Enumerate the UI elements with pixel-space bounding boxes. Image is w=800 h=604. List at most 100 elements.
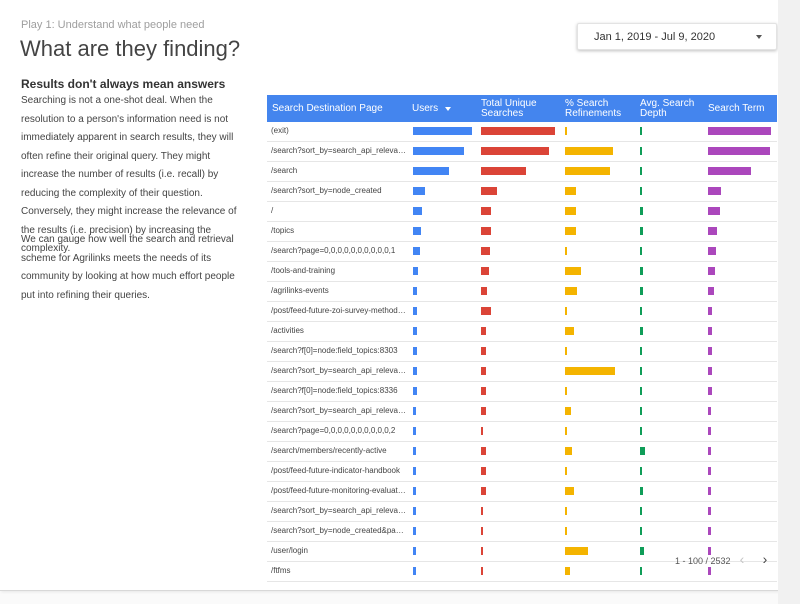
search-destination-page-cell: /post/feed-future-indicator-handbook <box>271 466 400 475</box>
bar-search-depth <box>640 367 642 375</box>
table-row[interactable]: /search?sort_by=node_created&page=1 <box>267 522 777 542</box>
bar-search-depth <box>640 147 642 155</box>
search-destination-table: Search Destination Page Users Total Uniq… <box>267 95 777 582</box>
bar-unique-searches <box>481 167 526 175</box>
search-destination-page-cell: /post/feed-future-monitoring-evaluation <box>271 486 406 495</box>
bar-unique-searches <box>481 227 491 235</box>
bar-users <box>413 447 416 455</box>
bar-search-refinements <box>565 447 572 455</box>
bar-search-refinements <box>565 487 574 495</box>
bar-users <box>413 467 416 475</box>
table-row[interactable]: /search/members/recently-active <box>267 442 777 462</box>
table-row[interactable]: /activities <box>267 322 777 342</box>
bar-unique-searches <box>481 287 487 295</box>
bar-unique-searches <box>481 147 549 155</box>
sidebar-heading: Results don't always mean answers <box>21 77 226 91</box>
bar-search-term <box>708 507 711 515</box>
column-header-label: Total Unique Searches <box>481 97 537 119</box>
table-row[interactable]: (exit) <box>267 122 777 142</box>
column-header-users[interactable]: Users <box>412 95 477 122</box>
bar-search-refinements <box>565 567 570 575</box>
search-destination-page-cell: /tools-and-training <box>271 266 336 275</box>
bar-users <box>413 547 416 555</box>
chevron-right-icon[interactable]: › <box>757 552 773 568</box>
sidebar-paragraph-2: We can gauge how well the search and ret… <box>21 234 235 301</box>
bar-search-depth <box>640 507 642 515</box>
table-row[interactable]: /search <box>267 162 777 182</box>
bar-users <box>413 387 417 395</box>
bar-search-term <box>708 247 716 255</box>
bar-search-refinements <box>565 467 567 475</box>
bar-users <box>413 227 421 235</box>
search-destination-page-cell: /search?page=0,0,0,0,0,0,0,0,0,0,1 <box>271 246 396 255</box>
table-row[interactable]: /tools-and-training <box>267 262 777 282</box>
table-row[interactable]: /post/feed-future-monitoring-evaluation <box>267 482 777 502</box>
table-row[interactable]: /search?page=0,0,0,0,0,0,0,0,0,0,1 <box>267 242 777 262</box>
table-row[interactable]: /search?sort_by=node_created <box>267 182 777 202</box>
column-header-search-term[interactable]: Search Term <box>708 95 774 122</box>
chevron-left-icon[interactable]: ‹ <box>734 552 750 568</box>
table-row[interactable]: /search?page=0,0,0,0,0,0,0,0,0,0,2 <box>267 422 777 442</box>
column-header-search-destination-page[interactable]: Search Destination Page <box>272 95 407 122</box>
bar-users <box>413 167 449 175</box>
date-range-label: Jan 1, 2019 - Jul 9, 2020 <box>594 31 716 43</box>
table-row[interactable]: /agrilinks-events <box>267 282 777 302</box>
search-destination-page-cell: /search?sort_by=search_api_relevance... <box>271 366 406 375</box>
column-header-avg-search-depth[interactable]: Avg. Search Depth <box>640 95 702 122</box>
bar-users <box>413 367 417 375</box>
bar-unique-searches <box>481 407 486 415</box>
table-row[interactable]: /post/feed-future-indicator-handbook <box>267 462 777 482</box>
bar-unique-searches <box>481 307 491 315</box>
table-row[interactable]: /search?f[0]=node:field_topics:8303 <box>267 342 777 362</box>
table-header: Search Destination Page Users Total Uniq… <box>267 95 777 122</box>
table-body: (exit) /search?sort_by=search_api_relevan… <box>267 122 777 582</box>
table-row[interactable]: /post/feed-future-zoi-survey-methodology <box>267 302 777 322</box>
bar-search-term <box>708 367 712 375</box>
bar-search-term <box>708 187 721 195</box>
bar-search-refinements <box>565 367 615 375</box>
bar-unique-searches <box>481 187 497 195</box>
search-destination-page-cell: /search?sort_by=node_created&page=1 <box>271 526 406 535</box>
bar-users <box>413 347 417 355</box>
table-row[interactable]: /search?sort_by=search_api_relevance... <box>267 142 777 162</box>
search-destination-page-cell: /search?sort_by=search_api_relevance... <box>271 506 406 515</box>
column-header-search-refinements[interactable]: % Search Refinements <box>565 95 635 122</box>
bar-search-refinements <box>565 267 581 275</box>
bar-search-term <box>708 347 712 355</box>
search-destination-page-cell: /search/members/recently-active <box>271 446 387 455</box>
search-destination-page-cell: /topics <box>271 226 295 235</box>
bar-search-refinements <box>565 507 567 515</box>
bar-search-refinements <box>565 407 571 415</box>
bar-search-term <box>708 527 711 535</box>
table-row[interactable]: /search?sort_by=search_api_relevance... <box>267 362 777 382</box>
bar-users <box>413 427 416 435</box>
bar-search-refinements <box>565 207 576 215</box>
bar-unique-searches <box>481 127 555 135</box>
table-row[interactable]: /search?sort_by=search_api_relevance... <box>267 502 777 522</box>
bar-search-depth <box>640 227 643 235</box>
bar-search-term <box>708 267 715 275</box>
caret-down-icon <box>756 35 762 39</box>
bar-unique-searches <box>481 247 490 255</box>
bar-search-depth <box>640 187 642 195</box>
bar-search-refinements <box>565 347 567 355</box>
column-header-total-unique-searches[interactable]: Total Unique Searches <box>481 95 557 122</box>
bar-search-refinements <box>565 247 567 255</box>
bar-search-depth <box>640 527 642 535</box>
search-destination-page-cell: /activities <box>271 326 304 335</box>
bar-search-term <box>708 127 771 135</box>
table-row[interactable]: /search?f[0]=node:field_topics:8336 <box>267 382 777 402</box>
bar-users <box>413 147 464 155</box>
table-row[interactable]: /search?sort_by=search_api_relevance... <box>267 402 777 422</box>
bar-unique-searches <box>481 507 483 515</box>
bar-unique-searches <box>481 487 486 495</box>
table-row[interactable]: /topics <box>267 222 777 242</box>
scrollbar[interactable] <box>778 0 800 604</box>
table-row[interactable]: / <box>267 202 777 222</box>
bar-unique-searches <box>481 387 486 395</box>
search-destination-page-cell: /search?sort_by=search_api_relevance... <box>271 406 406 415</box>
bar-search-refinements <box>565 167 610 175</box>
bar-users <box>413 307 417 315</box>
date-range-picker[interactable]: Jan 1, 2019 - Jul 9, 2020 <box>577 23 777 50</box>
bar-search-term <box>708 467 711 475</box>
